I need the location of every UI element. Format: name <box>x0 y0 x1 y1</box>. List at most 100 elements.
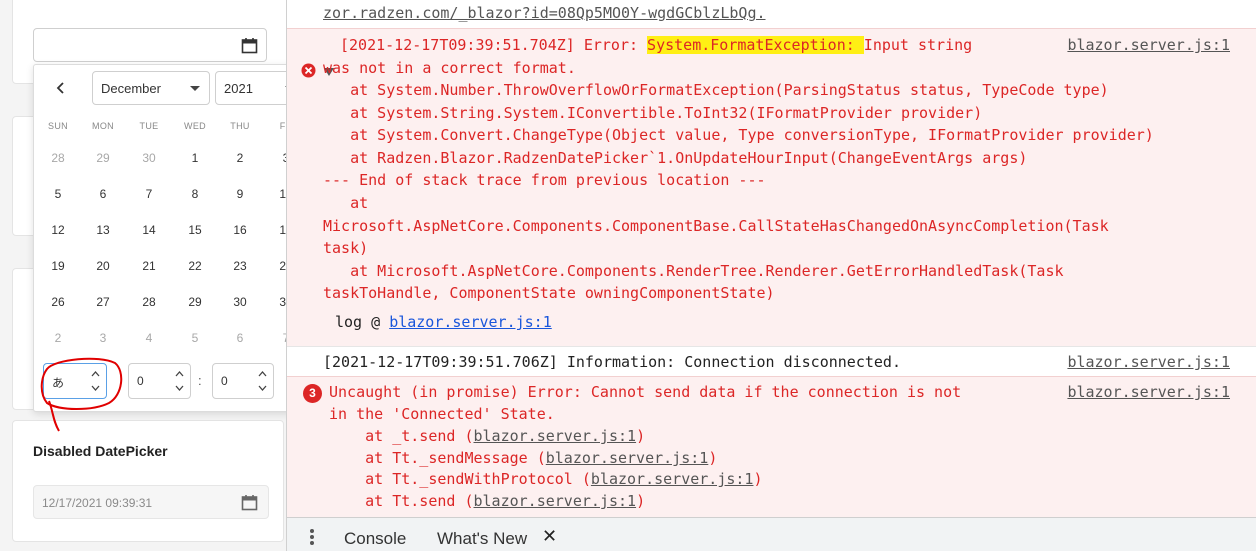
calendar-day[interactable]: 16 <box>224 223 256 237</box>
disabled-datepicker-value: 12/17/2021 09:39:31 <box>42 496 153 510</box>
error-timestamp: [2021-12-17T09:39:51.704Z] Error: <box>340 36 648 54</box>
calendar-day-other-month[interactable]: 6 <box>224 331 256 345</box>
second-value: 0 <box>221 374 228 388</box>
error-line-1: Uncaught (in promise) Error: Cannot send… <box>329 383 962 401</box>
calendar-day[interactable]: 3 <box>270 151 286 165</box>
calendar-day-other-month[interactable]: 7 <box>270 331 286 345</box>
calendar-day[interactable]: 14 <box>133 223 165 237</box>
console-error-message: 3 Uncaught (in promise) Error: Cannot se… <box>287 376 1256 518</box>
url-link[interactable]: zor.radzen.com/_blazor?id=08Qp5MO0Y-wgdG… <box>323 2 766 25</box>
devtools-console: zor.radzen.com/_blazor?id=08Qp5MO0Y-wgdG… <box>286 0 1256 551</box>
frame-source-link[interactable]: blazor.server.js:1 <box>474 427 637 445</box>
frame-source-link[interactable]: blazor.server.js:1 <box>546 449 709 467</box>
frame-text: at Tt._sendWithProtocol ( <box>329 470 591 488</box>
error-message: Input string <box>863 36 973 54</box>
time-separator: : <box>198 373 202 388</box>
datepicker-input[interactable] <box>33 28 267 62</box>
calendar-day[interactable]: 17 <box>270 223 286 237</box>
weekday-header: THU <box>230 121 250 131</box>
calendar-day[interactable]: 8 <box>179 187 211 201</box>
frame-text: ) <box>636 492 646 510</box>
calendar-day[interactable]: 24 <box>270 259 286 273</box>
disabled-datepicker-input: 12/17/2021 09:39:31 <box>33 485 269 519</box>
stack-line: at System.String.System.IConvertible.ToI… <box>323 104 983 122</box>
stack-line: --- End of stack trace from previous loc… <box>323 171 766 189</box>
calendar-day[interactable]: 13 <box>87 223 119 237</box>
chevron-down-icon[interactable] <box>257 383 267 393</box>
left-panel: December 2021 SUNMONTUEWEDTHUFR282930123… <box>0 0 286 551</box>
log-source-link[interactable]: blazor.server.js:1 <box>389 313 552 331</box>
calendar-day[interactable]: 20 <box>87 259 119 273</box>
calendar-icon[interactable] <box>241 37 258 59</box>
frame-text: ) <box>636 427 646 445</box>
calendar-day[interactable]: 21 <box>133 259 165 273</box>
frame-text: at Tt._sendMessage ( <box>329 449 546 467</box>
calendar-day-other-month[interactable]: 2 <box>42 331 74 345</box>
stack-line: at System.Number.ThrowOverflowOrFormatEx… <box>323 81 1109 99</box>
calendar-day-other-month[interactable]: 30 <box>133 151 165 165</box>
month-value: December <box>101 80 161 96</box>
calendar-day[interactable]: 31 <box>270 295 286 309</box>
calendar-day[interactable]: 9 <box>224 187 256 201</box>
stack-line: taskToHandle, ComponentState owningCompo… <box>323 284 775 302</box>
calendar-day[interactable]: 10 <box>270 187 286 201</box>
calendar-day-other-month[interactable]: 3 <box>87 331 119 345</box>
calendar-day-other-month[interactable]: 4 <box>133 331 165 345</box>
chevron-down-icon[interactable] <box>174 383 184 393</box>
calendar-day-other-month[interactable]: 29 <box>87 151 119 165</box>
weekday-header: WED <box>184 121 206 131</box>
calendar-day-other-month[interactable]: 28 <box>42 151 74 165</box>
red-annotation-circle <box>40 357 123 432</box>
source-link[interactable]: blazor.server.js:1 <box>1067 351 1230 374</box>
calendar-day[interactable]: 22 <box>179 259 211 273</box>
tab-console[interactable]: Console <box>344 528 406 551</box>
stack-frame: at _t.send (blazor.server.js:1) <box>329 425 645 448</box>
weekday-header: MON <box>92 121 114 131</box>
log-line: log @ blazor.server.js:1 <box>335 311 552 334</box>
stack-line: at <box>323 194 369 212</box>
calendar-day[interactable]: 27 <box>87 295 119 309</box>
stack-frame: at Tt._sendWithProtocol (blazor.server.j… <box>329 468 762 491</box>
second-input[interactable]: 0 <box>212 363 274 399</box>
stack-line: at System.Convert.ChangeType(Object valu… <box>323 126 1154 144</box>
year-select[interactable]: 2021 <box>215 71 286 105</box>
calendar-day[interactable]: 29 <box>179 295 211 309</box>
chevron-up-icon[interactable] <box>257 369 267 379</box>
minute-input[interactable]: 0 <box>128 363 191 399</box>
kebab-menu-icon[interactable] <box>309 528 315 551</box>
calendar-day[interactable]: 2 <box>224 151 256 165</box>
frame-source-link[interactable]: blazor.server.js:1 <box>474 492 637 510</box>
error-line-2: in the 'Connected' State. <box>329 405 555 423</box>
calendar-day-other-month[interactable]: 5 <box>179 331 211 345</box>
exception-type: System.FormatException: <box>647 36 864 54</box>
calendar-day[interactable]: 26 <box>42 295 74 309</box>
source-link[interactable]: blazor.server.js:1 <box>1067 381 1230 404</box>
stack-frame: at Tt.send (blazor.server.js:1) <box>329 490 645 513</box>
calendar-day[interactable]: 5 <box>42 187 74 201</box>
calendar-day[interactable]: 7 <box>133 187 165 201</box>
weekday-header: SUN <box>48 121 68 131</box>
disabled-datepicker-title: Disabled DatePicker <box>33 443 168 459</box>
calendar-day[interactable]: 1 <box>179 151 211 165</box>
error-count-badge: 3 <box>303 384 322 403</box>
chevron-up-icon[interactable] <box>174 369 184 379</box>
calendar-day[interactable]: 15 <box>179 223 211 237</box>
calendar-day[interactable]: 12 <box>42 223 74 237</box>
chevron-left-icon <box>56 82 64 94</box>
error-line-2: was not in a correct format. <box>323 59 576 77</box>
calendar-day[interactable]: 28 <box>133 295 165 309</box>
calendar-icon <box>241 494 258 516</box>
prev-month-button[interactable] <box>48 75 74 101</box>
tab-whats-new[interactable]: What's New <box>437 528 527 551</box>
calendar-day[interactable]: 23 <box>224 259 256 273</box>
month-select[interactable]: December <box>92 71 210 105</box>
source-link[interactable]: blazor.server.js:1 <box>1067 34 1230 57</box>
calendar-day[interactable]: 30 <box>224 295 256 309</box>
calendar-day[interactable]: 19 <box>42 259 74 273</box>
close-icon[interactable]: ✕ <box>542 525 557 548</box>
calendar-day[interactable]: 6 <box>87 187 119 201</box>
console-error-message: [2021-12-17T09:39:51.704Z] Error: System… <box>287 28 1256 346</box>
frame-text: at _t.send ( <box>329 427 474 445</box>
frame-source-link[interactable]: blazor.server.js:1 <box>591 470 754 488</box>
stack-line: at Microsoft.AspNetCore.Components.Rende… <box>323 262 1064 280</box>
